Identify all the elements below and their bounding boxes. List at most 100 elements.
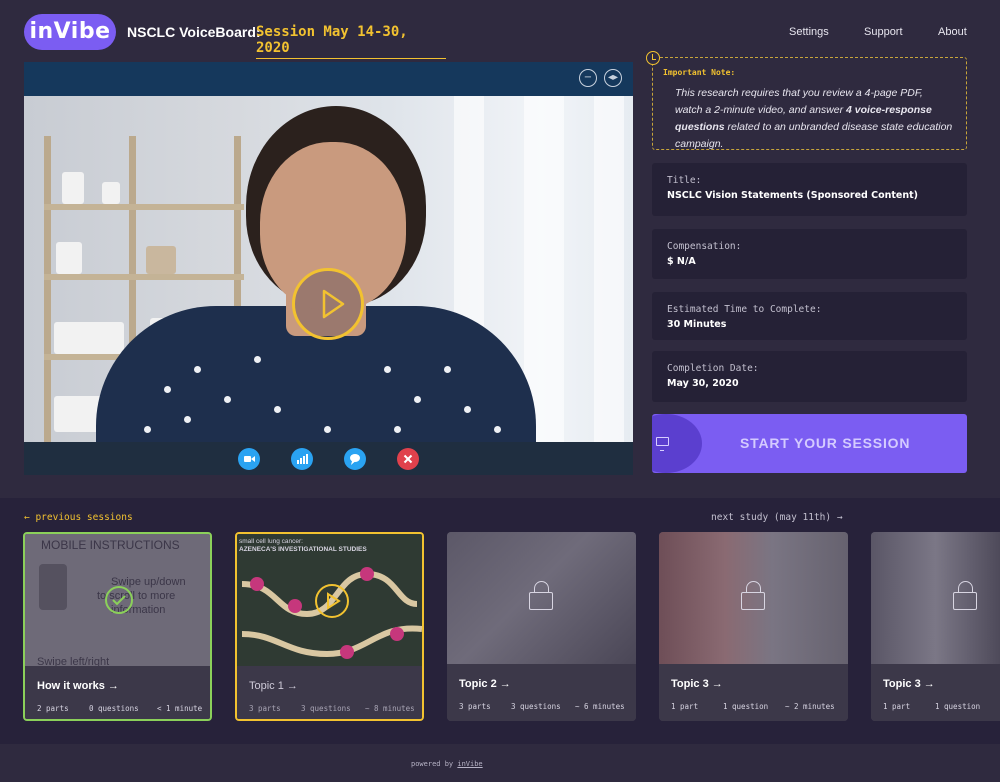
card-footer: Topic 2 → 3 parts 3 questions ~ 6 minute…	[447, 664, 636, 721]
box	[146, 246, 176, 274]
expand-arrows-icon[interactable]: ◂▸	[604, 69, 622, 87]
info-label: Completion Date:	[667, 363, 759, 374]
video-controls	[24, 442, 633, 475]
card-time: < 1 minute	[157, 704, 203, 713]
important-note: Important Note: This research requires t…	[646, 51, 967, 153]
note-label: Important Note:	[663, 68, 736, 77]
card-thumbnail	[447, 532, 636, 664]
powered-prefix: powered by	[411, 760, 458, 768]
info-compensation: Compensation: $ N/A	[652, 229, 967, 279]
powered-by: powered by inVibe	[411, 760, 483, 768]
vase	[102, 182, 120, 204]
info-value: May 30, 2020	[667, 378, 739, 389]
shirt-dot	[164, 386, 171, 393]
card-title: Topic 2 →	[459, 678, 511, 690]
nav-about[interactable]: About	[938, 26, 967, 38]
previous-sessions-link[interactable]: ← previous sessions	[24, 512, 133, 523]
card-parts: 1 part	[671, 702, 699, 711]
shirt-dot	[494, 426, 501, 433]
shirt-dot	[184, 416, 191, 423]
close-icon[interactable]	[397, 448, 419, 470]
card-footer: Topic 1 → 3 parts 3 questions ~ 8 minute…	[237, 666, 422, 719]
card-parts: 1 part	[883, 702, 911, 711]
footer: powered by inVibe	[0, 744, 1000, 782]
session-card-topic-3[interactable]: Topic 3 → 1 part 1 question ~ 2 minutes	[659, 532, 848, 721]
card-thumbnail: small cell lung cancer: AZENECA'S INVEST…	[237, 534, 422, 666]
card-parts: 2 parts	[37, 704, 69, 713]
vase	[62, 172, 84, 204]
camera-icon[interactable]	[238, 448, 260, 470]
card-title: How it works →	[37, 680, 119, 692]
card-thumbnail	[871, 532, 1000, 664]
info-estimated-time: Estimated Time to Complete: 30 Minutes	[652, 292, 967, 340]
box	[54, 322, 124, 354]
shirt-dot	[444, 366, 451, 373]
info-title: Title: NSCLC Vision Statements (Sponsore…	[652, 163, 967, 216]
vase	[56, 242, 82, 274]
chat-icon[interactable]	[344, 448, 366, 470]
card-questions: 1 question	[723, 702, 769, 711]
play-button[interactable]	[292, 268, 364, 340]
card-parts: 3 parts	[459, 702, 491, 711]
play-icon	[322, 289, 345, 319]
card-time: ~ 2 minutes	[785, 702, 835, 711]
start-session-label: START YOUR SESSION	[740, 435, 911, 451]
shelf-post	[44, 136, 51, 442]
signal-icon[interactable]	[291, 448, 313, 470]
session-card-how-it-works[interactable]: MOBILE INSTRUCTIONS Swipe up/down to scr…	[23, 532, 212, 721]
card-title: Topic 3 →	[671, 678, 723, 690]
invibe-logo[interactable]: inVibe	[24, 14, 116, 50]
card-footer: Topic 3 → 1 part 1 question ~ 2 minutes	[659, 664, 848, 721]
info-label: Estimated Time to Complete:	[667, 304, 822, 315]
card-parts: 3 parts	[249, 704, 281, 713]
session-title: Session May 14-30, 2020	[256, 24, 446, 59]
card-questions: 3 questions	[301, 704, 351, 713]
shirt-dot	[414, 396, 421, 403]
card-time: ~ 6 minutes	[575, 702, 625, 711]
thumb-text: small cell lung cancer:	[239, 538, 303, 545]
video-frame[interactable]	[24, 96, 633, 442]
lock-icon	[953, 581, 977, 610]
start-session-button[interactable]: START YOUR SESSION	[652, 414, 967, 473]
thumb-text: AZENECA'S INVESTIGATIONAL STUDIES	[239, 546, 367, 553]
monitor-icon	[656, 437, 669, 451]
shirt-dot	[394, 426, 401, 433]
info-label: Title:	[667, 175, 702, 186]
nav-settings[interactable]: Settings	[789, 26, 829, 38]
thumb-text: MOBILE INSTRUCTIONS	[41, 538, 180, 552]
card-title: Topic 1 →	[249, 680, 298, 692]
card-questions: 0 questions	[89, 704, 139, 713]
session-card-topic-2[interactable]: Topic 2 → 3 parts 3 questions ~ 6 minute…	[447, 532, 636, 721]
card-footer: Topic 3 → 1 part 1 question	[871, 664, 1000, 721]
video-topbar: − ◂▸	[24, 62, 633, 96]
clock-icon	[646, 51, 660, 65]
shirt-dot	[224, 396, 231, 403]
session-card-topic-3-next[interactable]: Topic 3 → 1 part 1 question	[871, 532, 1000, 721]
note-text: This research requires that you review a…	[675, 85, 953, 153]
sessions-strip: ← previous sessions next study (may 11th…	[0, 498, 1000, 744]
minus-circle-icon[interactable]: −	[579, 69, 597, 87]
shelf-board	[44, 204, 244, 210]
shirt-dot	[384, 366, 391, 373]
info-label: Compensation:	[667, 241, 742, 252]
card-questions: 3 questions	[511, 702, 561, 711]
card-footer: How it works → 2 parts 0 questions < 1 m…	[25, 666, 210, 719]
card-thumbnail	[659, 532, 848, 664]
info-value: 30 Minutes	[667, 319, 727, 330]
lock-icon	[741, 581, 765, 610]
session-card-topic-1[interactable]: small cell lung cancer: AZENECA'S INVEST…	[235, 532, 424, 721]
nav-support[interactable]: Support	[864, 26, 903, 38]
app-title: NSCLC VoiceBoard:	[127, 24, 261, 40]
shelf-board	[44, 274, 244, 280]
play-icon	[315, 584, 349, 618]
video-player: − ◂▸	[24, 62, 633, 475]
powered-brand-link[interactable]: inVibe	[457, 760, 482, 768]
info-value: NSCLC Vision Statements (Sponsored Conte…	[667, 190, 919, 201]
start-icon-circle	[652, 414, 702, 473]
shirt-dot	[324, 426, 331, 433]
checkmark-icon	[105, 586, 133, 614]
shirt-dot	[254, 356, 261, 363]
next-study-link[interactable]: next study (may 11th) →	[711, 512, 843, 523]
curtain	[594, 96, 624, 442]
shirt-dot	[194, 366, 201, 373]
